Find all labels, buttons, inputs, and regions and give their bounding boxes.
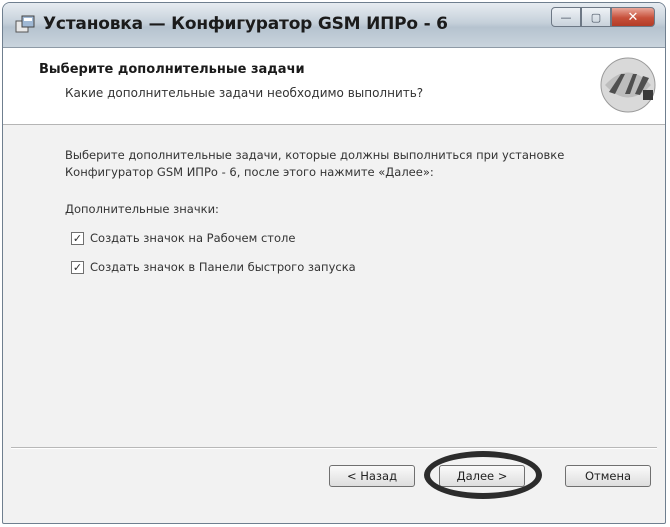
minimize-button[interactable]: — [551,7,581,27]
desktop-icon-option[interactable]: ✓ Создать значок на Рабочем столе [71,229,295,247]
quicklaunch-icon-option[interactable]: ✓ Создать значок в Панели быстрого запус… [71,258,356,276]
desktop-icon-checkbox[interactable]: ✓ [71,231,84,245]
highlight-ellipse [424,451,542,499]
desktop-icon-label: Создать значок на Рабочем столе [90,231,296,245]
close-button[interactable]: ✕ [611,7,655,27]
task-description: Выберите дополнительные задачи, которые … [65,148,565,179]
title-bar[interactable]: Установка — Конфигуратор GSM ИПРо - 6 — … [3,3,665,48]
company-logo-icon [595,52,661,118]
back-button[interactable]: < Назад [329,465,415,487]
page-title: Выберите дополнительные задачи [39,62,305,77]
window-title: Установка — Конфигуратор GSM ИПРо - 6 [43,14,448,34]
cancel-button[interactable]: Отмена [565,465,651,487]
quicklaunch-icon-label: Создать значок в Панели быстрого запуска [90,260,356,274]
additional-icons-label: Дополнительные значки: [65,202,219,216]
wizard-content: Выберите дополнительные задачи, которые … [3,125,665,445]
wizard-header: Выберите дополнительные задачи Какие доп… [3,48,665,125]
setup-wizard-window: Установка — Конфигуратор GSM ИПРо - 6 — … [2,2,666,524]
window-controls: — ▢ ✕ [551,7,655,29]
wizard-footer: < Назад Далее > Отмена [3,449,665,523]
installer-icon [15,15,35,33]
quicklaunch-icon-checkbox[interactable]: ✓ [71,260,84,274]
maximize-button[interactable]: ▢ [581,7,611,27]
page-subtitle: Какие дополнительные задачи необходимо в… [65,86,424,100]
